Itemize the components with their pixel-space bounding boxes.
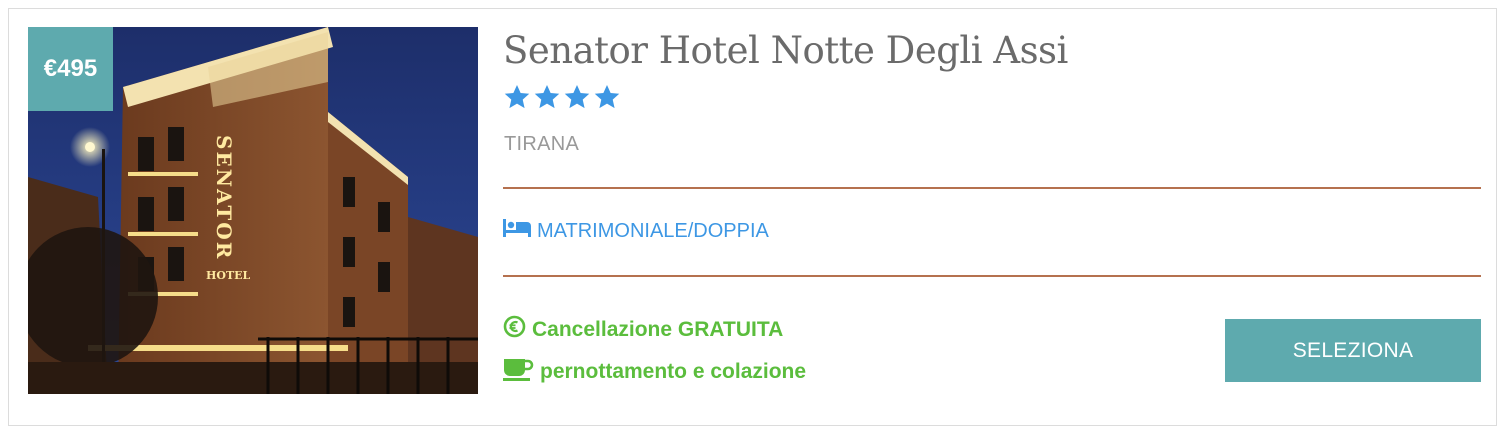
photo-sign-text: SENATOR — [212, 135, 236, 260]
hotel-city: TIRANA — [504, 133, 580, 155]
room-type: MATRIMONIALE/DOPPIA — [503, 219, 769, 243]
price-badge: €495 — [28, 27, 113, 111]
star-icon — [503, 84, 531, 116]
star-rating — [503, 84, 621, 116]
cancellation-label: Cancellazione GRATUITA — [532, 317, 784, 341]
coffee-cup-icon — [503, 357, 534, 387]
board-label: pernottamento e colazione — [540, 360, 807, 383]
board-type: pernottamento e colazione — [503, 357, 806, 387]
select-button[interactable]: SELEZIONA — [1225, 319, 1481, 382]
star-icon — [593, 84, 621, 116]
hotel-name[interactable]: Senator Hotel Notte Degli Assi — [503, 29, 1068, 72]
euro-circle-icon — [503, 315, 526, 344]
divider — [503, 187, 1481, 189]
hotel-photo[interactable]: SENATOR HOTEL €495 — [28, 27, 478, 394]
bed-icon — [503, 219, 531, 243]
star-icon — [563, 84, 591, 116]
free-cancellation: Cancellazione GRATUITA — [503, 315, 783, 344]
room-type-label: MATRIMONIALE/DOPPIA — [537, 219, 769, 242]
star-icon — [533, 84, 561, 116]
divider — [503, 275, 1481, 277]
hotel-card: SENATOR HOTEL €495 Senator Hotel Notte D… — [8, 8, 1497, 426]
photo-sign-sub-text: HOTEL — [206, 269, 251, 282]
